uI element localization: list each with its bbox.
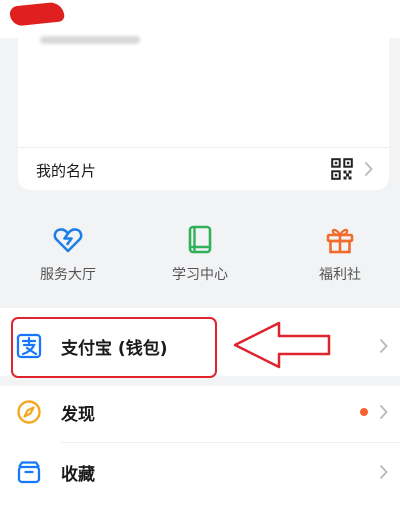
compass-icon <box>17 400 41 424</box>
service-hall-label: 服务大厅 <box>40 267 96 283</box>
chevron-right-icon <box>364 161 373 177</box>
learning-center-shortcut[interactable]: 学习中心 <box>145 224 255 284</box>
heart-service-icon <box>53 228 83 253</box>
chevron-right-icon <box>379 464 388 480</box>
chevron-right-icon <box>379 338 388 354</box>
service-hall-shortcut[interactable]: 服务大厅 <box>13 224 123 284</box>
menu-item-discover[interactable]: 发现 <box>0 382 400 442</box>
book-icon <box>188 225 212 254</box>
redacted-name-mark <box>9 1 65 27</box>
feature-shortcuts: 服务大厅 学习中心 福利社 <box>0 204 400 296</box>
box-icon <box>17 461 41 484</box>
chevron-right-icon <box>379 404 388 420</box>
menu-item-label: 发现 <box>61 405 95 425</box>
welfare-club-shortcut[interactable]: 福利社 <box>285 224 395 284</box>
blurred-text <box>40 36 140 44</box>
my-card-label[interactable]: 我的名片 <box>36 160 96 181</box>
business-card-panel: 我的名片 <box>18 36 389 190</box>
highlight-box <box>11 317 217 378</box>
divider <box>18 147 389 148</box>
annotation-arrow-icon <box>233 321 331 369</box>
top-bar <box>0 0 400 38</box>
qr-code-icon[interactable] <box>331 158 353 180</box>
learning-center-label: 学习中心 <box>172 267 228 283</box>
welfare-club-label: 福利社 <box>319 267 361 283</box>
notification-dot <box>360 408 368 416</box>
menu-item-favorites[interactable]: 收藏 <box>0 442 400 502</box>
menu-item-label: 收藏 <box>61 465 95 485</box>
gift-icon <box>326 228 354 254</box>
